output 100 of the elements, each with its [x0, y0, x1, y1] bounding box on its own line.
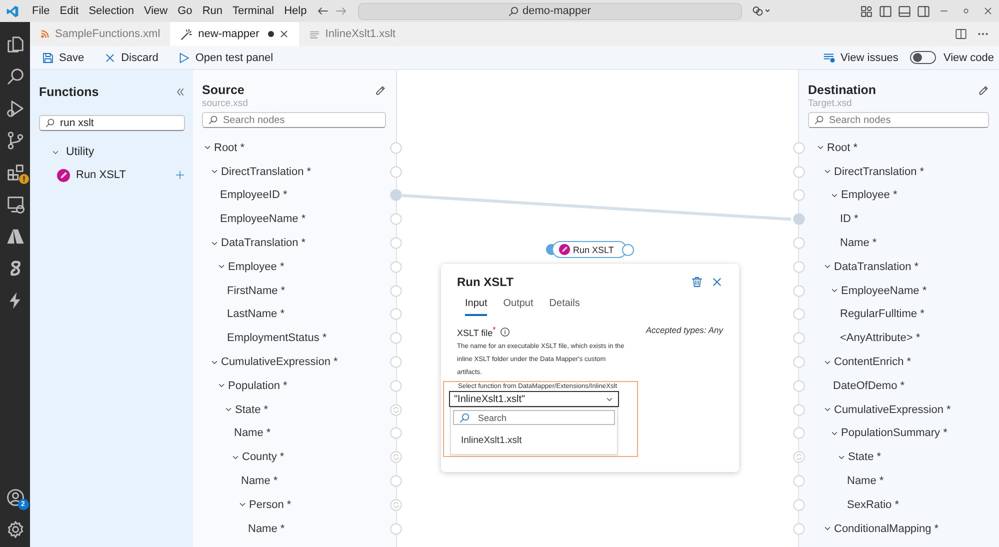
collapse-icon[interactable]: [175, 87, 185, 97]
schema-node[interactable]: DataTranslation *: [834, 260, 919, 273]
file-dropdown[interactable]: "InlineXslt1.xslt": [449, 391, 619, 407]
editor-tab[interactable]: SampleFunctions.xml: [30, 22, 170, 46]
connection-handle[interactable]: [390, 166, 402, 178]
schema-node[interactable]: Root *: [214, 142, 245, 154]
view-issues-button[interactable]: View issues: [822, 52, 898, 64]
schema-node[interactable]: EmployeeName *: [220, 213, 306, 226]
explorer-icon[interactable]: [6, 34, 24, 54]
connection-handle[interactable]: [793, 189, 805, 202]
connection-handle[interactable]: [390, 475, 402, 488]
connection-handle[interactable]: [793, 284, 805, 297]
edit-icon[interactable]: [978, 84, 989, 96]
function-node[interactable]: Run XSLT: [552, 241, 627, 258]
connection-handle[interactable]: [390, 498, 402, 511]
connection-handle[interactable]: [390, 404, 402, 416]
schema-node[interactable]: Name *: [840, 237, 877, 250]
back-arrow-icon[interactable]: [316, 5, 330, 17]
menu-item[interactable]: File: [27, 5, 55, 17]
schema-node[interactable]: EmployeeName *: [841, 284, 927, 297]
schema-node[interactable]: <AnyAttribute> *: [840, 332, 920, 344]
connection-handle[interactable]: [793, 475, 805, 488]
schema-node[interactable]: Employee *: [841, 189, 898, 202]
close-icon[interactable]: [279, 29, 290, 39]
connection-handle[interactable]: [793, 498, 805, 511]
extensions-icon[interactable]: [6, 162, 24, 182]
schema-node[interactable]: ContentEnrich *: [834, 356, 912, 368]
schema-node[interactable]: DirectTranslation *: [834, 166, 924, 178]
menu-item[interactable]: Terminal: [228, 5, 280, 17]
schema-node[interactable]: Name *: [241, 475, 278, 488]
schema-node[interactable]: Employee *: [228, 260, 284, 273]
run-debug-icon[interactable]: [6, 98, 24, 118]
schema-node[interactable]: PopulationSummary *: [841, 427, 948, 440]
account-icon[interactable]: [6, 488, 24, 506]
connection-handle[interactable]: [793, 237, 805, 250]
search-field[interactable]: Search nodes: [808, 112, 989, 128]
settings-icon[interactable]: [6, 520, 24, 538]
test-button[interactable]: Open test panel: [178, 52, 274, 64]
connection-handle[interactable]: [793, 380, 805, 392]
sidebar-layout-icon[interactable]: [879, 4, 892, 18]
function-name[interactable]: Run XSLT: [76, 169, 126, 181]
schema-node[interactable]: Root *: [827, 142, 858, 154]
menu-item[interactable]: Run: [197, 5, 228, 17]
schema-node[interactable]: DirectTranslation *: [221, 166, 312, 178]
restore-icon[interactable]: [961, 6, 971, 16]
command-center[interactable]: demo-mapper: [358, 2, 742, 20]
connection-handle[interactable]: [793, 522, 805, 535]
discard-button[interactable]: Discard: [104, 52, 158, 64]
connection-handle[interactable]: [390, 356, 402, 368]
schema-node[interactable]: ConditionalMapping *: [834, 522, 939, 535]
connection-handle[interactable]: [390, 380, 402, 392]
schema-node[interactable]: State *: [235, 404, 268, 416]
menu-item[interactable]: Edit: [54, 5, 84, 17]
connection-handle[interactable]: [793, 404, 805, 416]
schema-node[interactable]: SexRatio *: [847, 498, 899, 511]
schema-node[interactable]: FirstName *: [227, 284, 286, 297]
connection-handle[interactable]: [390, 522, 402, 535]
schema-node[interactable]: Population *: [228, 380, 288, 392]
connection-handle[interactable]: [390, 427, 402, 440]
search-field[interactable]: Search nodes: [202, 112, 386, 128]
panel-tab[interactable]: Input: [465, 298, 488, 316]
connection-handle[interactable]: [793, 213, 805, 226]
search-icon[interactable]: [6, 66, 24, 86]
view-code-toggle[interactable]: [910, 51, 936, 64]
customize-layout-icon[interactable]: [860, 4, 873, 18]
connection-handle[interactable]: [390, 213, 402, 226]
schema-node[interactable]: RegularFulltime *: [840, 308, 924, 320]
schema-node[interactable]: EmployeeID *: [220, 189, 288, 202]
connection-handle[interactable]: [390, 237, 402, 250]
schema-node[interactable]: LastName *: [227, 308, 284, 320]
schema-node[interactable]: ID *: [840, 213, 858, 226]
search-field[interactable]: run xslt: [39, 115, 185, 131]
menu-item[interactable]: Go: [172, 5, 198, 17]
connection-handle[interactable]: [793, 427, 805, 440]
connection-handle[interactable]: [793, 308, 805, 320]
schema-node[interactable]: Person *: [249, 498, 292, 511]
function-group[interactable]: Utility: [39, 144, 185, 160]
panel-tab[interactable]: Details: [549, 298, 580, 316]
menu-item[interactable]: View: [138, 5, 173, 17]
connection-handle[interactable]: [793, 260, 805, 273]
schema-node[interactable]: County *: [242, 451, 284, 464]
panel-tab[interactable]: Output: [503, 298, 534, 316]
panel-layout-icon[interactable]: [898, 4, 911, 18]
connection-handle[interactable]: [793, 356, 805, 368]
schema-node[interactable]: Name *: [847, 475, 884, 488]
connection-handle[interactable]: [390, 451, 402, 464]
menu-item[interactable]: Selection: [84, 5, 139, 17]
schema-node[interactable]: EmploymentStatus *: [227, 332, 327, 344]
connection-handle[interactable]: [390, 142, 402, 154]
connection-handle[interactable]: [390, 189, 402, 202]
editor-tab[interactable]: new-mapper: [170, 22, 300, 46]
connection-handle[interactable]: [793, 332, 805, 344]
schema-node[interactable]: State *: [848, 451, 882, 464]
secondary-sidebar-icon[interactable]: [917, 4, 930, 18]
connection-handle[interactable]: [793, 451, 805, 464]
schema-node[interactable]: CumulativeExpression *: [221, 356, 338, 368]
schema-node[interactable]: Name *: [234, 427, 271, 440]
source-control-icon[interactable]: [6, 130, 24, 150]
schema-node[interactable]: Name *: [248, 522, 285, 535]
remote-explorer-icon[interactable]: [6, 194, 24, 214]
